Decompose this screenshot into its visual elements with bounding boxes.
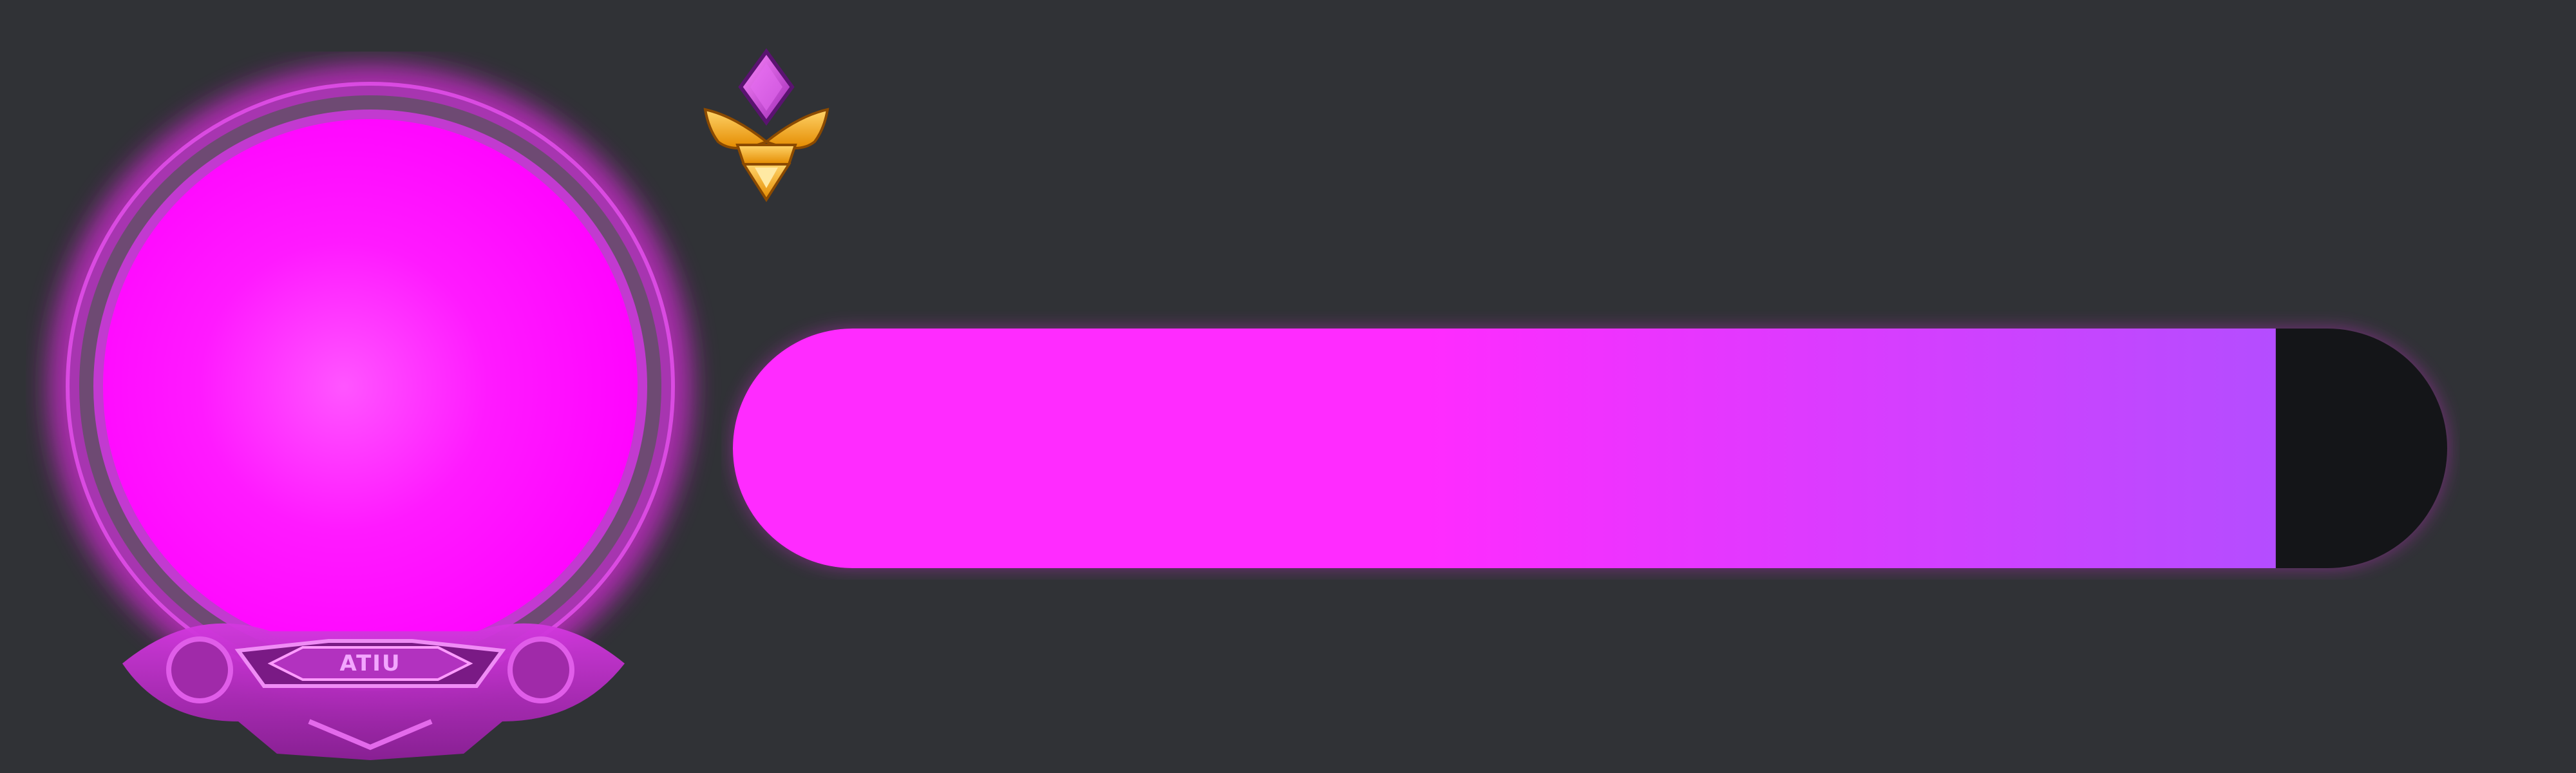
xp-progress-bar (733, 329, 2447, 568)
avatar-frame-label: ATIU (339, 651, 401, 676)
xp-progress-fill (733, 329, 2276, 568)
avatar-ornament (122, 623, 625, 760)
avatar-portrait (103, 119, 638, 654)
winged-rank-badge-icon (703, 48, 829, 202)
profile-card: ATIU (0, 0, 2576, 773)
